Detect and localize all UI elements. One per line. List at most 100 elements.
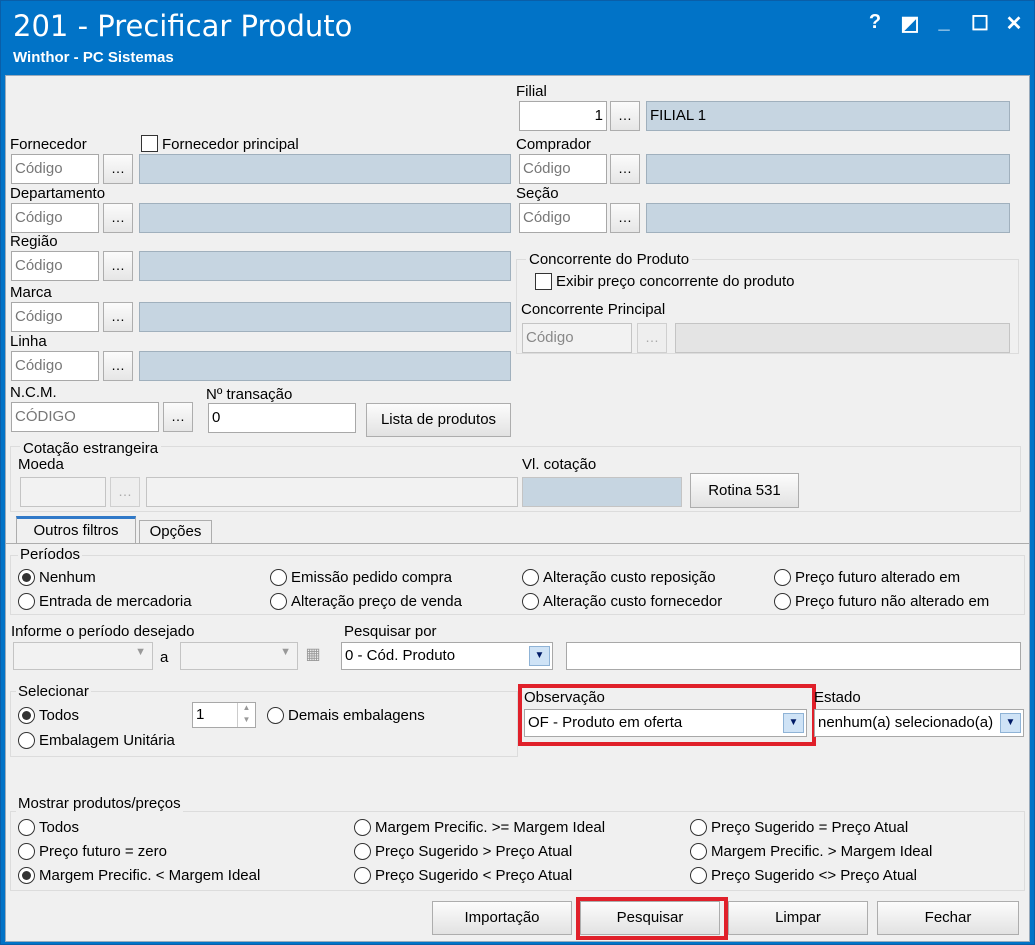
mostrar-margem-maior-igual-radio[interactable] [354, 819, 371, 836]
concorrente-lookup-button[interactable]: … [637, 323, 667, 353]
mostrar-sugerido-igual-radio[interactable] [690, 819, 707, 836]
mostrar-margem-menor-radio[interactable] [18, 867, 35, 884]
periodo-emissao-pedido-radio[interactable] [270, 569, 287, 586]
exibir-concorrente-checkbox[interactable] [535, 273, 552, 290]
filial-code-input[interactable]: 1 [519, 101, 607, 131]
periodo-fim-dropdown[interactable]: ▼ [180, 642, 298, 670]
selecionar-label: Selecionar [16, 683, 91, 700]
periodo-nenhum-radio[interactable] [18, 569, 35, 586]
demais-embalagens-radio[interactable] [267, 707, 284, 724]
comprador-lookup-button[interactable]: … [610, 154, 640, 184]
moeda-label: Moeda [18, 456, 64, 473]
marca-code-input[interactable]: Código [11, 302, 99, 332]
periodo-preco-futuro-alterado-label: Preço futuro alterado em [795, 569, 961, 586]
periodo-preco-futuro-nao-alterado-label: Preço futuro não alterado em [795, 593, 990, 610]
selecionar-todos-radio[interactable] [18, 707, 35, 724]
periodo-custo-reposicao-label: Alteração custo reposição [543, 569, 716, 586]
mostrar-sugerido-diferente-radio[interactable] [690, 867, 707, 884]
periodo-preco-venda-radio[interactable] [270, 593, 287, 610]
observacao-highlight [518, 684, 816, 746]
departamento-lookup-button[interactable]: … [103, 203, 133, 233]
periodo-desejado-label: Informe o período desejado [11, 623, 195, 640]
periodo-custo-fornecedor-label: Alteração custo fornecedor [543, 593, 723, 610]
fornecedor-principal-label: Fornecedor principal [162, 136, 299, 153]
regiao-lookup-button[interactable]: … [103, 251, 133, 281]
help-icon[interactable]: ? [863, 11, 887, 34]
departamento-code-input[interactable]: Código [11, 203, 99, 233]
fornecedor-code-input[interactable]: Código [11, 154, 99, 184]
regiao-code-input[interactable]: Código [11, 251, 99, 281]
maximize-icon[interactable]: ☐ [968, 11, 992, 36]
ncm-lookup-button[interactable]: … [163, 402, 193, 432]
mostrar-sugerido-menor-radio[interactable] [354, 867, 371, 884]
pesquisar-por-label: Pesquisar por [344, 623, 437, 640]
secao-code-input[interactable]: Código [519, 203, 607, 233]
regiao-label: Região [10, 233, 58, 250]
periodo-entrada-mercadoria-radio[interactable] [18, 593, 35, 610]
marca-label: Marca [10, 284, 52, 301]
periodo-preco-venda-label: Alteração preço de venda [291, 593, 462, 610]
linha-code-input[interactable]: Código [11, 351, 99, 381]
pesquisar-valor-input[interactable] [566, 642, 1021, 670]
mostrar-preco-futuro-zero-radio[interactable] [18, 843, 35, 860]
moeda-name-field [146, 477, 518, 507]
chevron-down-icon: ▼ [529, 646, 550, 666]
restore-layout-icon[interactable]: ◩ [898, 11, 922, 36]
concorrente-name-field [675, 323, 1010, 353]
spin-down-icon[interactable]: ▼ [237, 715, 255, 727]
selecionar-todos-label: Todos [39, 707, 80, 724]
periodo-nenhum-label: Nenhum [39, 569, 96, 586]
mostrar-sugerido-diferente-label: Preço Sugerido <> Preço Atual [711, 867, 917, 884]
concorrente-code-input[interactable]: Código [522, 323, 632, 353]
embalagem-qty-value: 1 [196, 706, 205, 723]
vl-cotacao-label: Vl. cotação [522, 456, 597, 473]
title-bar: 201 - Precificar Produto Winthor - PC Si… [1, 1, 1034, 73]
lista-produtos-button[interactable]: Lista de produtos [366, 403, 511, 437]
periodo-preco-futuro-alterado-radio[interactable] [774, 569, 791, 586]
minimize-icon[interactable]: _ [932, 11, 956, 34]
moeda-code-input[interactable] [20, 477, 106, 507]
fornecedor-lookup-button[interactable]: … [103, 154, 133, 184]
mostrar-margem-maior-radio[interactable] [690, 843, 707, 860]
linha-lookup-button[interactable]: … [103, 351, 133, 381]
periodo-preco-futuro-nao-alterado-radio[interactable] [774, 593, 791, 610]
periodo-custo-fornecedor-radio[interactable] [522, 593, 539, 610]
secao-lookup-button[interactable]: … [610, 203, 640, 233]
embalagem-qty-input[interactable]: 1 ▲ ▼ [192, 702, 256, 728]
embalagem-unitaria-radio[interactable] [18, 732, 35, 749]
exibir-concorrente-label: Exibir preço concorrente do produto [556, 273, 795, 290]
limpar-button[interactable]: Limpar [728, 901, 868, 935]
pesquisar-por-dropdown[interactable]: 0 - Cód. Produto ▼ [341, 642, 553, 670]
mostrar-margem-menor-label: Margem Precific. < Margem Ideal [39, 867, 261, 884]
spin-up-icon[interactable]: ▲ [237, 703, 255, 715]
transacao-input[interactable]: 0 [208, 403, 356, 433]
calendar-icon[interactable]: ▦ [302, 644, 324, 668]
ncm-code-input[interactable]: CÓDIGO [11, 402, 159, 432]
departamento-label: Departamento [10, 185, 106, 202]
moeda-lookup-button[interactable]: … [110, 477, 140, 507]
departamento-name-field [139, 203, 511, 233]
fornecedor-principal-checkbox[interactable] [141, 135, 158, 152]
rotina-531-button[interactable]: Rotina 531 [690, 473, 799, 508]
fornecedor-name-field [139, 154, 511, 184]
tab-opcoes[interactable]: Opções [139, 520, 212, 543]
comprador-code-input[interactable]: Código [519, 154, 607, 184]
mostrar-sugerido-maior-radio[interactable] [354, 843, 371, 860]
tab-outros-filtros[interactable]: Outros filtros [16, 516, 136, 543]
comprador-label: Comprador [516, 136, 592, 153]
filial-lookup-button[interactable]: … [610, 101, 640, 131]
secao-name-field [646, 203, 1010, 233]
periodo-separator: a [160, 649, 169, 666]
mostrar-todos-label: Todos [39, 819, 80, 836]
close-icon[interactable]: ✕ [1002, 11, 1026, 36]
marca-lookup-button[interactable]: … [103, 302, 133, 332]
importacao-button[interactable]: Importação [432, 901, 572, 935]
periodo-custo-reposicao-radio[interactable] [522, 569, 539, 586]
fechar-button[interactable]: Fechar [877, 901, 1019, 935]
mostrar-todos-radio[interactable] [18, 819, 35, 836]
cotacao-group-label: Cotação estrangeira [20, 440, 162, 457]
estado-dropdown[interactable]: nenhum(a) selecionado(a) ▼ [814, 709, 1024, 737]
mostrar-sugerido-maior-label: Preço Sugerido > Preço Atual [375, 843, 573, 860]
periodo-inicio-dropdown[interactable]: ▼ [13, 642, 153, 670]
mostrar-margem-maior-igual-label: Margem Precific. >= Margem Ideal [375, 819, 606, 836]
